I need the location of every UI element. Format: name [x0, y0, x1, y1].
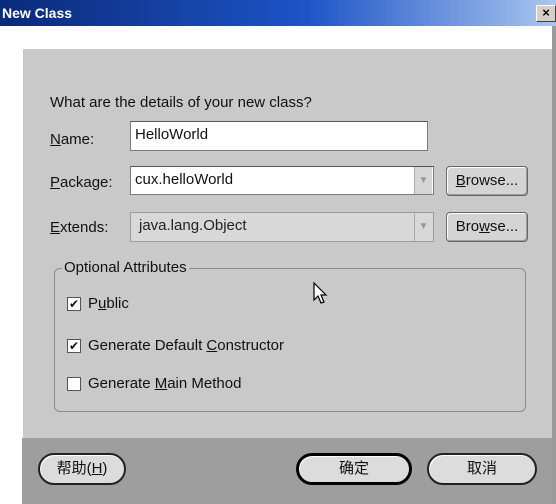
public-label: Public: [88, 295, 129, 312]
window-frame-right: [552, 26, 556, 504]
package-combo-value: cux.helloWorld: [135, 171, 234, 188]
extends-dropdown-icon[interactable]: ▼: [414, 213, 432, 241]
package-browse-button[interactable]: Browse...: [446, 166, 528, 196]
help-button[interactable]: 帮助(H): [38, 453, 126, 485]
close-button[interactable]: ×: [536, 5, 556, 22]
name-input[interactable]: HelloWorld: [130, 121, 428, 151]
window-title: New Class: [2, 5, 73, 21]
package-combo[interactable]: cux.helloWorld: [130, 166, 434, 195]
extends-browse-button[interactable]: Browse...: [446, 212, 528, 242]
main-method-checkbox[interactable]: [67, 377, 81, 391]
package-dropdown-icon[interactable]: ▼: [414, 167, 432, 194]
cancel-button[interactable]: 取消: [427, 453, 537, 485]
package-label: Package:: [50, 174, 113, 191]
name-label: Name:: [50, 131, 95, 148]
extends-combo[interactable]: java.lang.Object: [130, 212, 434, 242]
default-constructor-label: Generate Default Constructor: [88, 337, 284, 354]
name-input-value: HelloWorld: [135, 126, 209, 143]
public-checkbox[interactable]: ✔: [67, 297, 81, 311]
main-method-label: Generate Main Method: [88, 375, 242, 392]
mouse-pointer-icon: [313, 282, 328, 304]
extends-label: Extends:: [50, 219, 109, 236]
ok-button[interactable]: 确定: [296, 453, 412, 485]
window-frame-left: [0, 26, 22, 504]
default-constructor-checkbox[interactable]: ✔: [67, 339, 81, 353]
optional-attributes-title: Optional Attributes: [62, 259, 189, 276]
dialog-heading: What are the details of your new class?: [50, 94, 312, 111]
extends-combo-value: java.lang.Object: [139, 217, 247, 234]
title-bar: New Class ×: [0, 0, 556, 26]
